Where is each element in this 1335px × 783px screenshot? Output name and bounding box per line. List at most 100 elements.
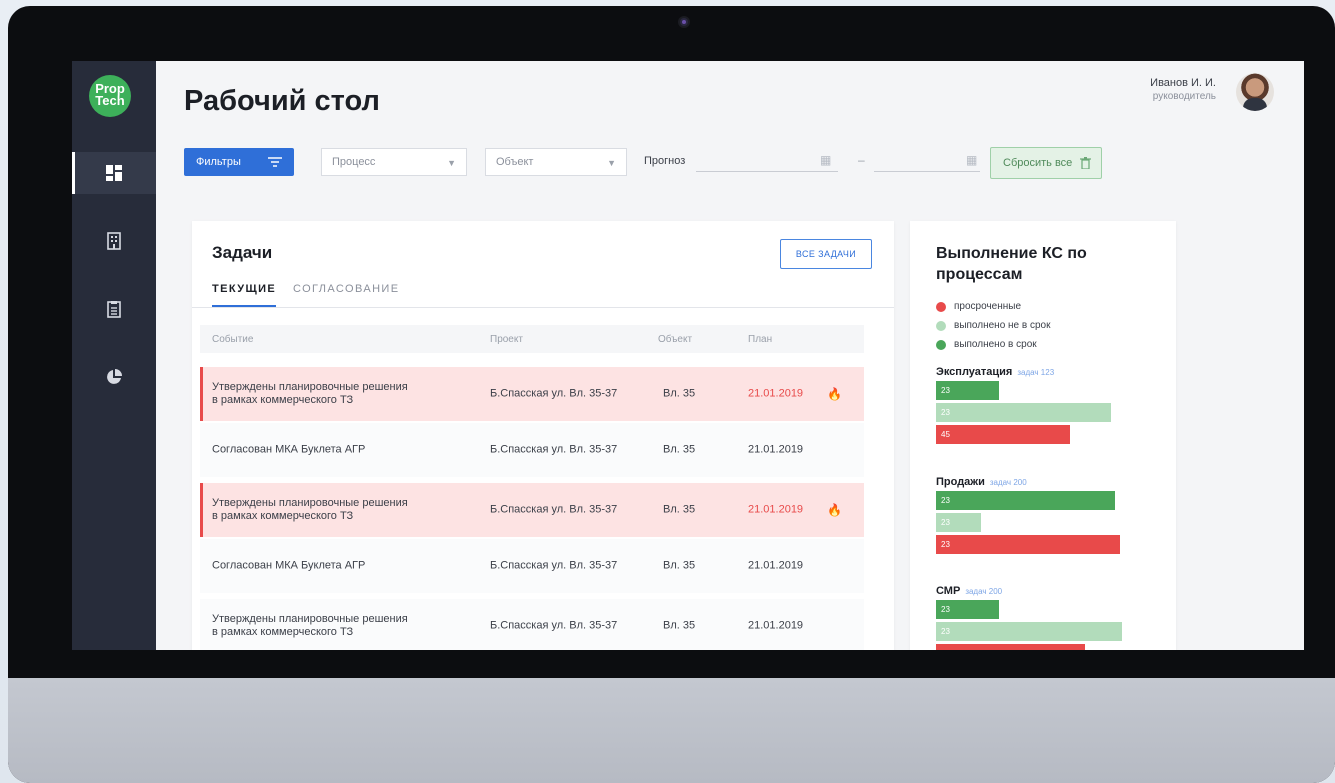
table-row[interactable]: Утверждены планировочные решения в рамка… [200, 367, 864, 421]
pie-chart-icon [107, 369, 122, 384]
event-cell: Согласован МКА Буклета АГР [212, 444, 365, 457]
project-cell: Б.Спасская ул. Вл. 35-37 [490, 559, 618, 572]
event-text: Утверждены планировочные решения [212, 613, 408, 625]
app-screen: Prop Tech Рабочий стол Иванов И. И. руко… [72, 61, 1304, 650]
forecast-label: Прогноз [644, 155, 686, 167]
sidebar-item-tasks[interactable] [72, 288, 156, 330]
project-cell: Б.Спасская ул. Вл. 35-37 [490, 619, 618, 632]
reset-all-label: Сбросить все [1003, 157, 1073, 169]
table-row[interactable]: Согласован МКА Буклета АГР Б.Спасская ул… [200, 423, 864, 477]
filters-button[interactable]: Фильтры [184, 148, 294, 176]
user-role: руководитель [1152, 91, 1216, 102]
process-bar-overdue[interactable]: 45 [936, 425, 1070, 444]
tasks-card: Задачи ВСЕ ЗАДАЧИ ТЕКУЩИЕ СОГЛАСОВАНИЕ С… [192, 221, 894, 650]
process-name: СМР [936, 585, 961, 597]
fire-icon: 🔥 [827, 387, 842, 401]
event-text: в рамках коммерческого ТЗ [212, 394, 354, 406]
process-bar-late[interactable]: 23 [936, 622, 1122, 641]
table-row[interactable]: Утверждены планировочные решения в рамка… [200, 483, 864, 537]
object-cell: Вл. 35 [663, 559, 696, 572]
date-to-field[interactable] [874, 171, 980, 172]
laptop-chin [8, 678, 1335, 783]
sidebar-item-reports[interactable] [72, 356, 156, 398]
avatar[interactable] [1236, 73, 1274, 111]
project-cell: Б.Спасская ул. Вл. 35-37 [490, 503, 618, 516]
user-name: Иванов И. И. [1150, 77, 1216, 89]
legend-item-late: выполнено не в срок [936, 316, 1051, 335]
legend-dot-light-green [936, 320, 946, 331]
plan-cell: 21.01.2019 [748, 387, 804, 400]
page-title: Рабочий стол [184, 85, 380, 117]
legend-item-on-time: выполнено в срок [936, 335, 1051, 354]
calendar-icon[interactable]: ▦ [966, 153, 977, 167]
user-info[interactable]: Иванов И. И. руководитель [1150, 76, 1216, 104]
process-bar-late[interactable]: 23 [936, 513, 981, 532]
logo-line2: Tech [95, 93, 125, 108]
object-cell: Вл. 35 [663, 443, 696, 456]
column-event[interactable]: Событие [212, 334, 253, 345]
legend-label: выполнено не в срок [954, 320, 1051, 331]
column-object[interactable]: Объект [658, 334, 692, 345]
event-text: Согласован МКА Буклета АГР [212, 559, 366, 572]
process-count[interactable]: задач 200 [990, 478, 1027, 487]
object-select[interactable]: Объект ▼ [485, 148, 627, 176]
process-name: Эксплуатация [936, 366, 1013, 378]
event-text: в рамках коммерческого ТЗ [212, 626, 354, 638]
project-cell: Б.Спасская ул. Вл. 35-37 [490, 387, 618, 400]
process-bar-overdue[interactable]: 23 [936, 535, 1120, 554]
process-select-value: Процесс [332, 156, 376, 168]
event-cell: Утверждены планировочные решения в рамка… [212, 613, 408, 639]
process-bar-on-time[interactable]: 23 [936, 381, 999, 400]
table-header: Событие Проект Объект План [200, 325, 864, 353]
event-cell: Утверждены планировочные решения в рамка… [212, 497, 408, 523]
tab-current[interactable]: ТЕКУЩИЕ [212, 283, 276, 295]
event-text: Утверждены планировочные решения [212, 381, 408, 393]
legend-dot-green [936, 339, 946, 350]
tab-divider [192, 307, 894, 308]
plan-cell: 21.01.2019 [748, 559, 804, 572]
process-group: СМР задач 200 23 23 [936, 585, 1122, 650]
table-row[interactable]: Утверждены планировочные решения в рамка… [200, 599, 864, 650]
process-group: Продажи задач 200 23 23 23 [936, 476, 1120, 554]
process-group: Эксплуатация задач 123 23 23 45 [936, 366, 1111, 444]
reset-all-button[interactable]: Сбросить все [990, 147, 1102, 179]
sidebar-item-buildings[interactable] [72, 220, 156, 262]
event-cell: Утверждены планировочные решения в рамка… [212, 381, 408, 407]
legend-dot-red [936, 301, 946, 312]
logo[interactable]: Prop Tech [89, 75, 131, 117]
tasks-title: Задачи [212, 243, 273, 262]
tab-approval[interactable]: СОГЛАСОВАНИЕ [293, 283, 399, 295]
process-bar-on-time[interactable]: 23 [936, 600, 999, 619]
event-cell: Согласован МКА Буклета АГР [212, 560, 365, 573]
filter-icon [268, 157, 282, 167]
event-text: в рамках коммерческого ТЗ [212, 510, 354, 522]
ks-legend: просроченные выполнено не в срок выполне… [936, 297, 1051, 354]
process-bar-overdue[interactable] [936, 644, 1085, 650]
laptop-frame: Prop Tech Рабочий стол Иванов И. И. руко… [8, 6, 1335, 783]
process-name: Продажи [936, 476, 985, 488]
event-text: Утверждены планировочные решения [212, 497, 408, 509]
column-plan[interactable]: План [748, 334, 772, 345]
process-bar-late[interactable]: 23 [936, 403, 1111, 422]
table-row[interactable]: Согласован МКА Буклета АГР Б.Спасская ул… [200, 539, 864, 593]
process-count[interactable]: задач 200 [965, 587, 1002, 596]
plan-cell: 21.01.2019 [748, 443, 804, 456]
legend-label: выполнено в срок [954, 339, 1037, 350]
date-separator: – [858, 153, 865, 167]
object-select-value: Объект [496, 156, 534, 168]
column-project[interactable]: Проект [490, 334, 523, 345]
process-bar-on-time[interactable]: 23 [936, 491, 1115, 510]
process-title: Эксплуатация задач 123 [936, 366, 1111, 378]
process-count[interactable]: задач 123 [1017, 368, 1054, 377]
fire-icon: 🔥 [827, 503, 842, 517]
process-select[interactable]: Процесс ▼ [321, 148, 467, 176]
all-tasks-button[interactable]: ВСЕ ЗАДАЧИ [780, 239, 872, 269]
calendar-icon[interactable]: ▦ [820, 153, 831, 167]
camera [680, 18, 688, 26]
ks-card: Выполнение КС по процессам просроченные … [910, 221, 1176, 650]
object-cell: Вл. 35 [663, 619, 696, 632]
sidebar-item-dashboard[interactable] [72, 152, 156, 194]
date-from-field[interactable] [696, 171, 838, 172]
building-icon [107, 232, 121, 250]
process-title: Продажи задач 200 [936, 476, 1120, 488]
